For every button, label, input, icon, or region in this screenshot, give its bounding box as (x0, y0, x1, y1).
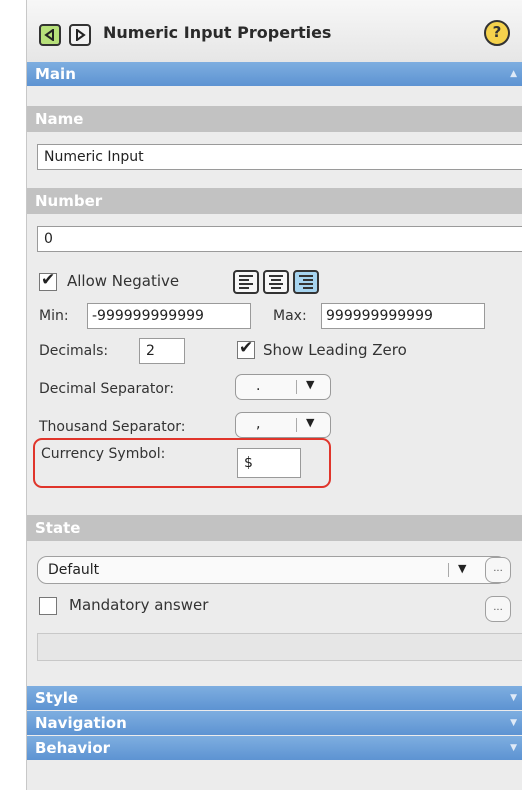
max-input[interactable]: 999999999999 (321, 303, 485, 329)
thousand-separator-value: , (256, 416, 261, 432)
state-select-value: Default (48, 562, 100, 578)
currency-symbol-input[interactable]: $ (237, 448, 301, 478)
decimals-input[interactable]: 2 (139, 338, 185, 364)
section-main[interactable]: Main ▲ (27, 62, 522, 86)
section-style-label: Style (35, 689, 79, 707)
state-heading: State (27, 515, 522, 541)
back-button[interactable] (39, 24, 61, 46)
section-style[interactable]: Style ▼ (27, 686, 522, 710)
align-center-button[interactable] (263, 270, 289, 294)
currency-symbol-label: Currency Symbol: (41, 446, 166, 462)
max-label: Max: (273, 308, 307, 324)
check-icon: ✔ (41, 270, 56, 290)
divider (296, 380, 297, 394)
thousand-separator-label: Thousand Separator: (39, 419, 186, 435)
name-input[interactable]: Numeric Input (37, 144, 522, 170)
divider (296, 418, 297, 432)
decimal-separator-label: Decimal Separator: (39, 381, 175, 397)
triangle-right-icon (76, 29, 86, 41)
name-heading: Name (27, 106, 522, 132)
align-center-icon (269, 275, 283, 291)
decimal-separator-value: . (256, 378, 261, 394)
show-leading-zero-label: Show Leading Zero (263, 341, 407, 359)
align-left-button[interactable] (233, 270, 259, 294)
decimals-label: Decimals: (39, 343, 109, 359)
min-input[interactable]: -999999999999 (87, 303, 251, 329)
allow-negative-checkbox[interactable]: ✔ (39, 270, 57, 291)
collapse-arrow-icon: ▲ (510, 69, 517, 79)
thousand-separator-select[interactable]: , ▼ (235, 412, 331, 438)
allow-negative-label: Allow Negative (67, 272, 180, 290)
mandatory-answer-checkbox[interactable] (39, 597, 57, 615)
section-navigation-label: Navigation (35, 714, 127, 732)
panel-title: Numeric Input Properties (103, 23, 332, 42)
show-leading-zero-checkbox[interactable]: ✔ (237, 338, 255, 359)
title-bar: Numeric Input Properties ? (27, 0, 522, 62)
expand-arrow-icon: ▼ (510, 743, 517, 753)
section-behavior-label: Behavior (35, 739, 111, 757)
divider (448, 563, 449, 577)
section-navigation[interactable]: Navigation ▼ (27, 711, 522, 735)
decimal-separator-select[interactable]: . ▼ (235, 374, 331, 400)
min-label: Min: (39, 308, 69, 324)
chevron-down-icon: ▼ (458, 562, 467, 575)
state-more-button[interactable]: ... (485, 557, 511, 583)
align-right-icon (299, 275, 313, 291)
mandatory-more-button[interactable]: ... (485, 596, 511, 622)
check-icon: ✔ (239, 338, 254, 358)
triangle-left-icon (44, 29, 54, 41)
help-icon[interactable]: ? (484, 20, 510, 46)
forward-button[interactable] (69, 24, 91, 46)
number-heading: Number (27, 188, 522, 214)
expand-arrow-icon: ▼ (510, 718, 517, 728)
chevron-down-icon: ▼ (306, 378, 315, 391)
section-main-label: Main (35, 65, 76, 83)
number-input[interactable]: 0 (37, 226, 522, 252)
state-select[interactable]: Default ▼ (37, 556, 507, 584)
mandatory-message-field[interactable] (37, 633, 522, 661)
expand-arrow-icon: ▼ (510, 693, 517, 703)
mandatory-answer-label: Mandatory answer (69, 596, 209, 614)
properties-panel: Numeric Input Properties ? Main ▲ Name N… (26, 0, 522, 790)
align-left-icon (239, 275, 253, 291)
align-right-button[interactable] (293, 270, 319, 294)
section-behavior[interactable]: Behavior ▼ (27, 736, 522, 760)
chevron-down-icon: ▼ (306, 416, 315, 429)
